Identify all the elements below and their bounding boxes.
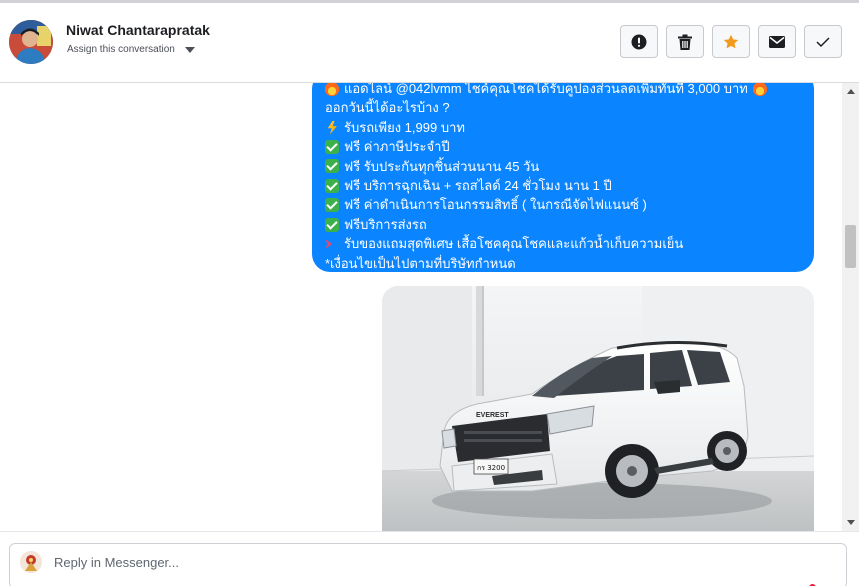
message-line: ออกวันนี้ได้อะไรบ้าง ? [325, 100, 450, 116]
fire-icon [325, 83, 339, 96]
checkmark-icon [816, 36, 830, 47]
scroll-down-arrow-icon[interactable] [847, 520, 855, 525]
message-line: ฟรี รับประกันทุกชิ้นส่วนนาน 45 วัน [325, 157, 802, 176]
message-line: ฟรี ค่าภาษีประจำปี [325, 137, 802, 156]
message-thread[interactable]: แอดไลน์ @042lvmm ไชค์คุณโชคได้รับคูปองส่… [0, 83, 842, 531]
delete-button[interactable] [666, 25, 704, 58]
trash-icon [678, 34, 692, 50]
message-line: *เงื่อนไขเป็นไปตามที่บริษัทกำหนด [325, 255, 516, 271]
message-line: ฟรีบริการส่งรถ [325, 215, 802, 234]
top-divider [0, 0, 859, 3]
check-mark-icon [325, 178, 339, 193]
mark-spam-button[interactable] [620, 25, 658, 58]
message-line: ฟรี ค่าดำเนินการโอนกรรมสิทธิ์ ( ในกรณีจั… [325, 195, 802, 214]
message-line: ฟรี บริการฉุกเฉิน + รถสไลด์ 24 ชั่วโมง น… [325, 176, 802, 195]
check-mark-icon [325, 198, 339, 213]
lightning-icon [327, 120, 337, 135]
page-avatar [20, 551, 42, 573]
caret-down-icon [184, 46, 195, 53]
contact-name[interactable]: Niwat Chantarapratak [66, 22, 210, 38]
assign-label: Assign this conversation [67, 44, 175, 55]
ribbon-icon [325, 239, 332, 249]
license-plate: กร 3200 [477, 464, 505, 472]
star-icon [723, 34, 739, 48]
header-actions [620, 25, 842, 58]
check-mark-icon [325, 159, 339, 174]
message-line: แอดไลน์ @042lvmm ไชค์คุณโชคได้รับคูปองส่… [325, 83, 802, 98]
assign-conversation-dropdown[interactable]: Assign this conversation [67, 44, 195, 55]
car-badge: EVEREST [476, 412, 509, 419]
message-line: รับรถเพียง 1,999 บาท [325, 118, 802, 137]
star-button[interactable] [712, 25, 750, 58]
envelope-icon [769, 35, 785, 48]
check-mark-icon [325, 217, 339, 232]
message-bubble[interactable]: แอดไลน์ @042lvmm ไชค์คุณโชคได้รับคูปองส่… [312, 83, 814, 272]
conversation-header: Niwat Chantarapratak Assign this convers… [0, 0, 859, 83]
scroll-up-arrow-icon[interactable] [847, 89, 855, 94]
exclamation-circle-icon [631, 34, 647, 49]
scrollbar-thumb[interactable] [845, 225, 856, 268]
reply-box[interactable] [9, 543, 847, 586]
messenger-inbox: Niwat Chantarapratak Assign this convers… [0, 0, 859, 586]
reply-composer [0, 531, 859, 586]
fire-icon [752, 83, 767, 96]
mark-unread-button[interactable] [758, 25, 796, 58]
mark-done-button[interactable] [804, 25, 842, 58]
message-line: รับของแถมสุดพิเศษ เสื้อโชคคุณโชคและแก้วน… [325, 234, 802, 253]
contact-avatar[interactable] [9, 20, 53, 64]
check-mark-icon [325, 139, 339, 154]
car-photo-attachment[interactable]: EVEREST กร 3200 [382, 286, 814, 531]
thread-scrollbar[interactable] [842, 83, 859, 531]
reply-input[interactable] [54, 552, 754, 572]
